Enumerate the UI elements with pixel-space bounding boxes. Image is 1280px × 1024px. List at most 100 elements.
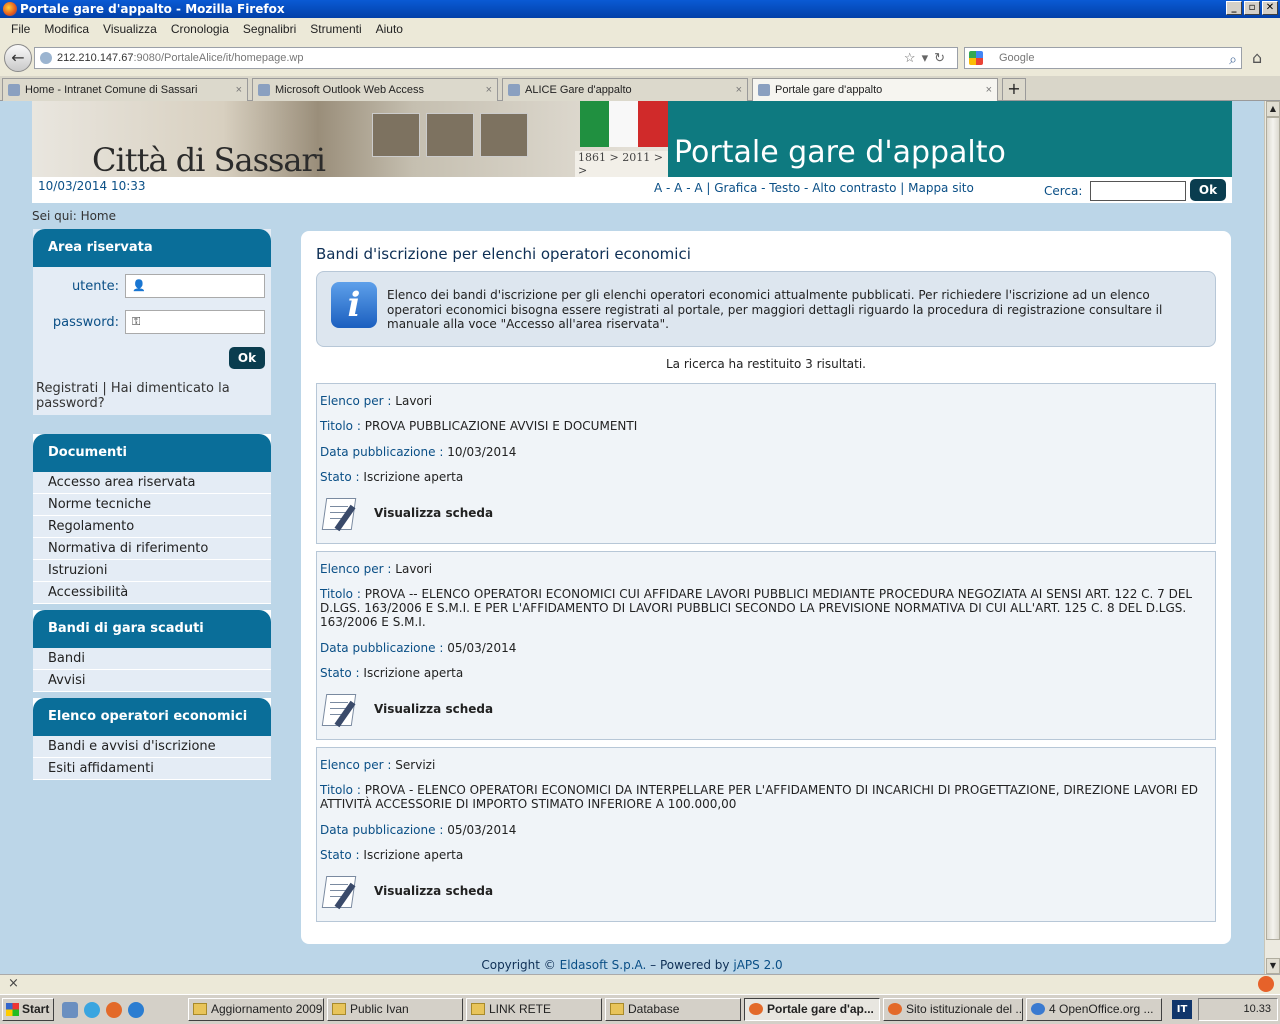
menu-bar: File Modifica Visualizza Cronologia Segn… [0, 18, 1280, 40]
field-value: Iscrizione aperta [363, 848, 464, 862]
taskbar-item[interactable]: 4 OpenOffice.org ... [1026, 998, 1162, 1021]
username-field[interactable]: 👤 [125, 274, 265, 298]
quicklaunch-firefox-icon[interactable] [106, 1002, 122, 1018]
view-details-link[interactable]: Visualizza scheda [320, 690, 493, 728]
close-findbar-icon[interactable]: × [8, 976, 19, 991]
maximize-button[interactable]: ▫ [1244, 1, 1260, 15]
menu-strumenti[interactable]: Strumenti [303, 18, 368, 40]
google-icon[interactable] [969, 51, 983, 65]
current-datetime: 10/03/2014 10:33 [38, 179, 146, 193]
result-count: La ricerca ha restituito 3 risultati. [666, 357, 866, 371]
tab-close-icon[interactable]: × [236, 79, 242, 101]
menu-aiuto[interactable]: Aiuto [369, 18, 410, 40]
bandi-scaduti-title: Bandi di gara scaduti [33, 610, 271, 648]
site-search-button[interactable]: Ok [1190, 179, 1226, 201]
nav-bandi[interactable]: Bandi [33, 648, 271, 670]
document-edit-icon [320, 872, 360, 910]
folder-icon [332, 1003, 346, 1015]
field-value: Lavori [395, 394, 433, 408]
field-label: Data pubblicazione : [320, 641, 444, 655]
tab-label: Portale gare d'appalto [775, 84, 883, 96]
nav-norme-tecniche[interactable]: Norme tecniche [33, 494, 271, 516]
home-icon[interactable]: ⌂ [1252, 48, 1262, 67]
taskbar-item[interactable]: Public Ivan [327, 998, 463, 1021]
tab-outlook[interactable]: Microsoft Outlook Web Access × [252, 78, 498, 101]
anniversary-text: 1861 > 2011 > > [575, 151, 668, 177]
tab-close-icon[interactable]: × [486, 79, 492, 101]
search-icon[interactable]: ⌕ [1229, 49, 1237, 69]
city-logo-banner[interactable]: Città di Sassari 1861 > 2011 > > [32, 101, 668, 177]
view-details-link[interactable]: Visualizza scheda [320, 494, 493, 532]
scroll-thumb[interactable] [1266, 117, 1280, 940]
scroll-up-button[interactable]: ▲ [1266, 101, 1280, 117]
taskbar-item[interactable]: Sito istituzionale del ... [883, 998, 1023, 1021]
menu-file[interactable]: File [4, 18, 37, 40]
field-value: PROVA -- ELENCO OPERATORI ECONOMICI CUI … [320, 587, 1193, 629]
field-value: Lavori [395, 562, 433, 576]
page-icon [758, 84, 770, 96]
tab-alice[interactable]: ALICE Gare d'appalto × [502, 78, 748, 101]
menu-modifica[interactable]: Modifica [37, 18, 96, 40]
nav-regolamento[interactable]: Regolamento [33, 516, 271, 538]
view-details-link[interactable]: Visualizza scheda [320, 872, 493, 910]
menu-segnalibri[interactable]: Segnalibri [236, 18, 303, 40]
tab-close-icon[interactable]: × [986, 79, 992, 101]
result-titolo: Titolo : PROVA -- ELENCO OPERATORI ECONO… [320, 587, 1210, 629]
search-input[interactable]: Google ⌕ [964, 47, 1242, 69]
quicklaunch-ie-icon[interactable] [128, 1002, 144, 1018]
scroll-down-button[interactable]: ▼ [1266, 958, 1280, 974]
site-search-input[interactable] [1090, 181, 1186, 201]
nav-accessibilita[interactable]: Accessibilità [33, 582, 271, 604]
tab-portale[interactable]: Portale gare d'appalto × [752, 78, 998, 101]
nav-accesso-area-riservata[interactable]: Accesso area riservata [33, 472, 271, 494]
taskbar-item-label: Database [628, 1002, 680, 1016]
taskbar-item-active[interactable]: Portale gare d'ap... [744, 998, 880, 1021]
tab-intranet[interactable]: Home - Intranet Comune di Sassari × [2, 78, 248, 101]
language-indicator[interactable]: IT [1172, 1000, 1192, 1019]
minimize-button[interactable]: _ [1226, 1, 1242, 15]
elenco-operatori-panel: Elenco operatori economici Bandi e avvis… [33, 698, 271, 780]
italian-flag-image [580, 101, 668, 147]
field-value: PROVA PUBBLICAZIONE AVVISI E DOCUMENTI [364, 419, 638, 433]
start-button[interactable]: Start [2, 998, 54, 1021]
nav-avvisi[interactable]: Avvisi [33, 670, 271, 692]
register-links[interactable]: Registrati | Hai dimenticato la password… [36, 381, 266, 411]
menu-cronologia[interactable]: Cronologia [164, 18, 236, 40]
menu-visualizza[interactable]: Visualizza [96, 18, 164, 40]
footer-powered: – Powered by [650, 958, 730, 972]
password-field[interactable]: ⚿ [125, 310, 265, 334]
accessibility-links[interactable]: A - A - A | Grafica - Testo - Alto contr… [654, 181, 974, 195]
taskbar-item[interactable]: Database [605, 998, 741, 1021]
new-tab-button[interactable]: + [1002, 78, 1026, 101]
quicklaunch-media-icon[interactable] [84, 1002, 100, 1018]
footer-engine-link[interactable]: jAPS 2.0 [733, 958, 782, 972]
nav-esiti-affidamenti[interactable]: Esiti affidamenti [33, 758, 271, 780]
quicklaunch-desktop-icon[interactable] [62, 1002, 78, 1018]
field-value: 10/03/2014 [447, 445, 517, 459]
nav-normativa[interactable]: Normativa di riferimento [33, 538, 271, 560]
field-value: Iscrizione aperta [363, 666, 464, 680]
close-window-button[interactable]: ✕ [1262, 1, 1278, 15]
address-bar[interactable]: 212.210.147.67:9080/PortaleAlice/it/home… [34, 47, 958, 69]
status-addon-icon[interactable] [1258, 976, 1274, 992]
taskbar-item[interactable]: Aggiornamento 2009 [188, 998, 324, 1021]
nav-bandi-avvisi-iscrizione[interactable]: Bandi e avvisi d'iscrizione [33, 736, 271, 758]
login-panel-title: Area riservata [33, 229, 271, 267]
back-button[interactable]: ← [4, 44, 32, 72]
clock[interactable]: 10.33 [1243, 1003, 1271, 1015]
site-identity-icon[interactable] [40, 52, 52, 64]
nav-istruzioni[interactable]: Istruzioni [33, 560, 271, 582]
login-button[interactable]: Ok [229, 347, 265, 369]
footer-company-link[interactable]: Eldasoft S.p.A. [560, 958, 647, 972]
taskbar-item[interactable]: LINK RETE [466, 998, 602, 1021]
vertical-scrollbar[interactable]: ▲ ▼ [1264, 101, 1280, 974]
result-card: Elenco per : Lavori Titolo : PROVA -- EL… [316, 551, 1216, 740]
result-titolo: Titolo : PROVA - ELENCO OPERATORI ECONOM… [320, 783, 1210, 811]
city-logo-text: Città di Sassari [92, 141, 326, 177]
taskbar-item-label: Sito istituzionale del ... [906, 1002, 1023, 1016]
tab-close-icon[interactable]: × [736, 79, 742, 101]
field-value: Iscrizione aperta [363, 470, 464, 484]
key-icon: ⚿ [132, 315, 141, 328]
windows-taskbar: Start Aggiornamento 2009 Public Ivan LIN… [0, 994, 1280, 1024]
bookmark-star-icon[interactable]: ☆▾↻ [904, 48, 951, 68]
